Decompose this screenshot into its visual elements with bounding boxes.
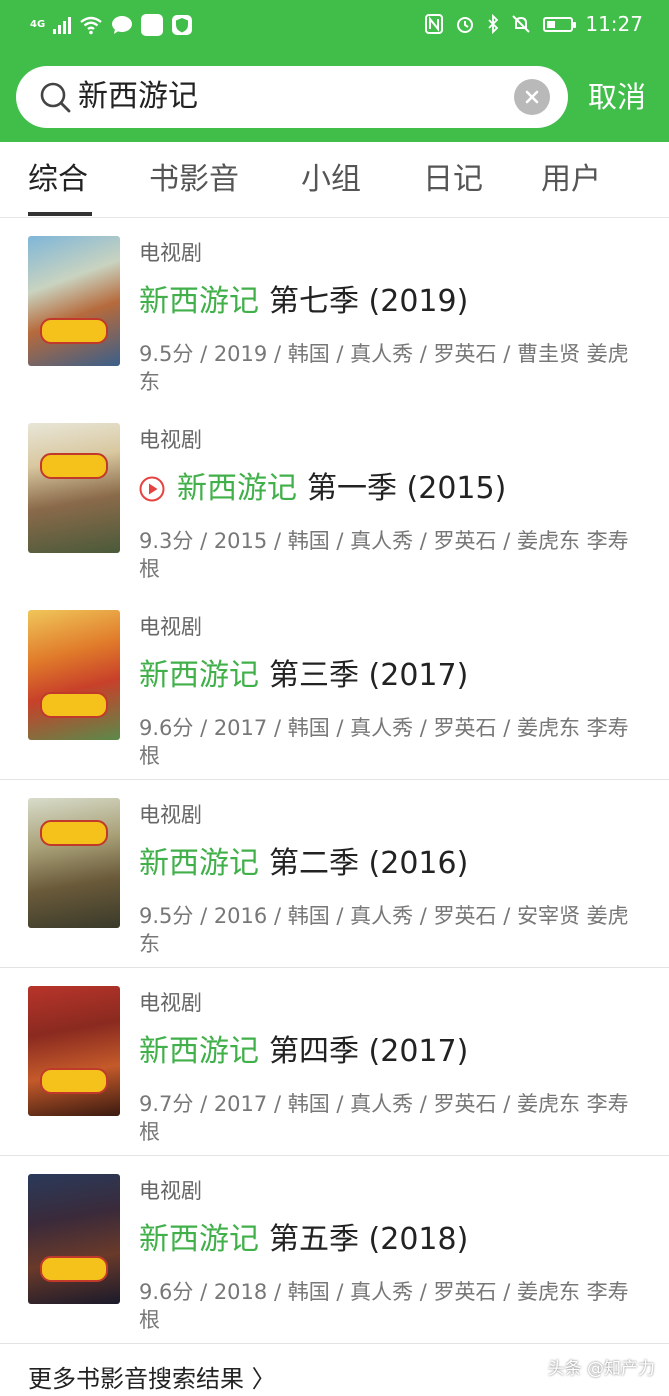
clear-search-button[interactable] (514, 79, 550, 115)
search-icon (40, 82, 71, 113)
tab-diaries[interactable]: 日记 (423, 160, 483, 200)
result-title: 新西游记 第七季 (2019) (139, 280, 468, 324)
result-meta: 9.6分 / 2018 / 韩国 / 真人秀 / 罗英石 / 姜虎东 李寿根 (139, 1280, 629, 1332)
app-header: 4G 11:27 新西游记 取消 (0, 0, 669, 142)
battery-icon (543, 16, 577, 32)
result-title-highlight: 新西游记 (139, 1222, 259, 1257)
poster-image (28, 986, 120, 1116)
status-bar: 4G 11:27 (0, 0, 669, 52)
result-category: 电视剧 (139, 1179, 202, 1203)
message-icon (112, 16, 133, 34)
result-title: 新西游记 第五季 (2018) (139, 1218, 468, 1262)
result-title-highlight: 新西游记 (139, 846, 259, 881)
result-title-text: 第三季 (2017) (269, 658, 469, 693)
result-title-text: 第二季 (2016) (269, 846, 469, 881)
wifi-icon (80, 16, 102, 35)
result-category: 电视剧 (139, 428, 202, 452)
result-title-text: 第七季 (2019) (269, 284, 469, 319)
result-title-text: 第一季 (2015) (307, 471, 507, 506)
poster-image (28, 1174, 120, 1304)
poster-image (28, 798, 120, 928)
result-item[interactable]: 电视剧 新西游记 第一季 (2015) 9.3分 / 2015 / 韩国 / 真… (0, 405, 669, 593)
search-tabs: 综合 书影音 小组 日记 用户 (0, 142, 669, 218)
result-meta: 9.7分 / 2017 / 韩国 / 真人秀 / 罗英石 / 姜虎东 李寿根 (139, 1092, 629, 1144)
result-category: 电视剧 (139, 991, 202, 1015)
close-icon (525, 90, 539, 104)
mute-icon (512, 15, 531, 33)
network-type: 4G (30, 19, 46, 30)
result-title-highlight: 新西游记 (139, 1034, 259, 1069)
result-item[interactable]: 电视剧 新西游记 第二季 (2016) 9.5分 / 2016 / 韩国 / 真… (0, 780, 669, 968)
watermark: 头条 @知产力 (547, 1359, 655, 1379)
tab-users[interactable]: 用户 (541, 160, 601, 200)
active-tab-indicator (28, 212, 92, 216)
result-title-text: 第五季 (2018) (269, 1222, 469, 1257)
status-bar-right: 11:27 (425, 12, 643, 36)
tab-books-movies-music[interactable]: 书影音 (149, 160, 239, 200)
result-meta: 9.3分 / 2015 / 韩国 / 真人秀 / 罗英石 / 姜虎东 李寿根 (139, 529, 629, 581)
result-category: 电视剧 (139, 803, 202, 827)
nfc-icon (425, 14, 444, 34)
tab-comprehensive[interactable]: 综合 (28, 160, 88, 200)
search-box[interactable] (16, 66, 568, 128)
app-notification-icon (141, 14, 164, 36)
result-title: 新西游记 第二季 (2016) (139, 842, 468, 886)
cancel-button[interactable]: 取消 (588, 76, 646, 118)
result-meta: 9.5分 / 2019 / 韩国 / 真人秀 / 罗英石 / 曹圭贤 姜虎东 (139, 342, 629, 394)
poster-image (28, 236, 120, 366)
result-meta: 9.6分 / 2017 / 韩国 / 真人秀 / 罗英石 / 姜虎东 李寿根 (139, 716, 629, 768)
status-time: 11:27 (585, 12, 643, 36)
tab-groups[interactable]: 小组 (301, 160, 361, 200)
result-title-highlight: 新西游记 (139, 658, 259, 693)
result-title: 新西游记 第三季 (2017) (139, 654, 468, 698)
status-bar-left: 4G (30, 14, 193, 36)
result-title: 新西游记 第四季 (2017) (139, 1030, 468, 1074)
result-item[interactable]: 电视剧 新西游记 第三季 (2017) 9.6分 / 2017 / 韩国 / 真… (0, 592, 669, 780)
result-category: 电视剧 (139, 241, 202, 265)
search-row: 取消 (16, 66, 669, 128)
result-meta: 9.5分 / 2016 / 韩国 / 真人秀 / 罗英石 / 安宰贤 姜虎东 (139, 904, 629, 956)
play-icon (139, 476, 165, 502)
result-title: 新西游记 第一季 (2015) (139, 467, 506, 511)
result-title-highlight: 新西游记 (177, 471, 297, 506)
result-item[interactable]: 电视剧 新西游记 第七季 (2019) 9.5分 / 2019 / 韩国 / 真… (0, 218, 669, 406)
bluetooth-icon (488, 14, 499, 34)
result-item[interactable]: 电视剧 新西游记 第五季 (2018) 9.6分 / 2018 / 韩国 / 真… (0, 1156, 669, 1344)
poster-image (28, 610, 120, 740)
result-category: 电视剧 (139, 615, 202, 639)
result-item[interactable]: 电视剧 新西游记 第四季 (2017) 9.7分 / 2017 / 韩国 / 真… (0, 968, 669, 1156)
alarm-icon (457, 17, 474, 33)
signal-icon (53, 16, 72, 34)
search-input[interactable] (78, 75, 498, 119)
result-title-text: 第四季 (2017) (269, 1034, 469, 1069)
poster-image (28, 423, 120, 553)
shield-icon (172, 15, 193, 35)
result-title-highlight: 新西游记 (139, 284, 259, 319)
